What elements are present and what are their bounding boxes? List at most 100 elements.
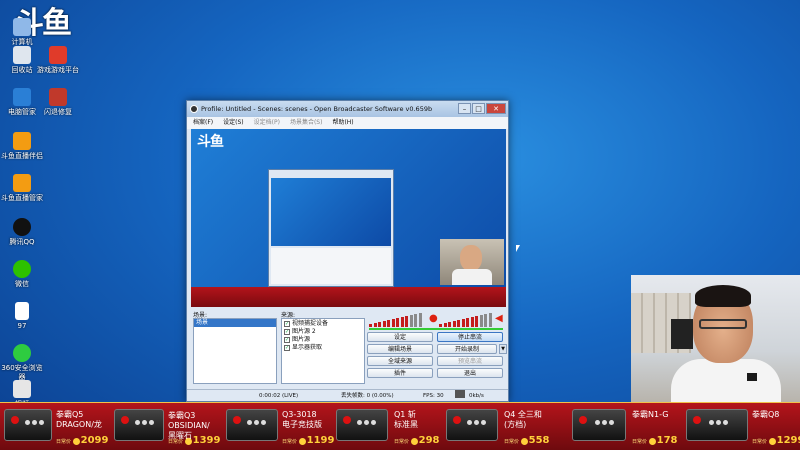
desktop-icon-repair-tool[interactable]: 闪退修复 [36, 88, 80, 117]
close-button[interactable]: ✕ [486, 103, 506, 114]
desktop-icon-label: 微信 [15, 280, 29, 288]
price-label: 日常价 [752, 439, 768, 445]
source-item[interactable]: ✓ 图片源 2 [282, 328, 364, 336]
stop-stream-button[interactable]: 停止串流 [437, 332, 503, 342]
fps-readout: FPS: 30 [423, 393, 444, 399]
product-item[interactable]: 拳霸Q5 DRAGON/龙 日常价 2099 [0, 403, 112, 450]
arcade-stick-icon [4, 409, 52, 441]
plugins-button[interactable]: 插件 [367, 368, 433, 378]
source-item[interactable]: ✓ 图片源 [282, 336, 364, 344]
product-price: 178 [656, 435, 678, 446]
meter-bar [470, 317, 474, 327]
product-item[interactable]: Q4 全三和 (方档) 日常价 558 [444, 403, 564, 450]
price-label: 日常价 [632, 439, 648, 445]
menu-settings[interactable]: 设定(S) [223, 117, 244, 129]
exit-button[interactable]: 退出 [437, 368, 503, 378]
obs-preview[interactable]: 斗鱼 [191, 129, 506, 307]
product-name: Q3-3018 电子竞技版 [282, 410, 322, 429]
product-item[interactable]: 拳霸Q8 日常价 1299 [682, 403, 800, 450]
desktop-icon-browser[interactable]: 360安全浏览器 [0, 344, 44, 382]
meter-bar [405, 316, 408, 327]
preview-douyu-logo: 斗鱼 [197, 134, 224, 150]
window-controls: – □ ✕ [458, 103, 506, 114]
scene-item[interactable]: 场景 [194, 319, 276, 327]
product-banner: 拳霸Q5 DRAGON/龙 日常价 2099 拳霸Q3 OBSIDIAN/ 黑曜… [0, 402, 800, 450]
meter-bar [382, 321, 386, 327]
microphone-icon[interactable]: ● [429, 313, 438, 324]
start-recording-button[interactable]: 开始录制 [437, 344, 497, 354]
preview-webcam-body [452, 269, 492, 285]
obs-button-grid: 设定 停止串流 编辑场景 开始录制 ▼ 全域来源 预览串流 插件 退出 [367, 332, 507, 386]
desktop-volume-meter[interactable] [439, 311, 495, 327]
desktop-icon-computer[interactable]: 计算机 [0, 18, 44, 47]
edit-scene-button[interactable]: 编辑场景 [367, 344, 433, 354]
dropped-frames: 丢失帧数: 0 (0.00%) [341, 393, 394, 399]
minimize-button[interactable]: – [458, 103, 471, 114]
meter-bar [479, 315, 483, 327]
source-checkbox[interactable]: ✓ [284, 321, 290, 327]
desktop-icon-label: 97 [17, 322, 27, 330]
product-item[interactable]: 拳霸Q3 OBSIDIAN/ 黑曜石 日常价 1399 [112, 403, 224, 450]
webcam-streamer-glasses [699, 319, 747, 329]
preview-nested-obs-window [268, 169, 394, 287]
desktop-icon-qq[interactable]: 腾讯QQ [0, 218, 44, 247]
source-item[interactable]: ✓ 显示器获取 [282, 344, 364, 352]
settings-button[interactable]: 设定 [367, 332, 433, 342]
product-price-row: 日常价 178 [632, 436, 677, 447]
desktop-icon-douyu-companion[interactable]: 斗鱼直播伴侣 [0, 132, 44, 161]
source-checkbox[interactable]: ✓ [284, 345, 290, 351]
desktop-icon-douyu-manager[interactable]: 斗鱼直播管家 [0, 174, 44, 203]
preview-stream-button[interactable]: 预览串流 [437, 356, 503, 366]
meter-bar [443, 323, 447, 327]
desktop-icon-game-platform[interactable]: 游戏游戏平台 [36, 46, 80, 75]
maximize-button[interactable]: □ [472, 103, 485, 114]
desktop-icon-label: 斗鱼直播伴侣 [1, 152, 43, 160]
obs-app-icon [190, 105, 198, 113]
meter-bar [439, 324, 442, 327]
obs-control-panels: 场景: 场景 来源: ✓ 视频捕捉设备 ✓ 图片源 2 ✓ 图片源 ✓ 显示器获… [191, 310, 507, 386]
arcade-stick-icon [114, 409, 164, 441]
webcam-background-monitor [671, 319, 693, 349]
speaker-icon[interactable]: ◀ [495, 313, 503, 324]
obs-window[interactable]: Profile: Untitled - Scenes: scenes - Ope… [186, 100, 509, 402]
browser-icon [13, 344, 31, 362]
game-platform-icon [49, 46, 67, 64]
meter-bar [484, 314, 487, 327]
scenes-list[interactable]: 场景 [193, 318, 277, 384]
desktop-icon-wechat[interactable]: 微信 [0, 260, 44, 289]
obs-titlebar[interactable]: Profile: Untitled - Scenes: scenes - Ope… [187, 101, 508, 117]
arcade-stick-icon [336, 409, 388, 441]
product-item[interactable]: 拳霸N1-G 日常价 178 [564, 403, 682, 450]
audio-meters: ● ◀ [369, 311, 503, 327]
sources-list[interactable]: ✓ 视频捕捉设备 ✓ 图片源 2 ✓ 图片源 ✓ 显示器获取 [281, 318, 365, 384]
meter-bar [457, 320, 460, 327]
preview-product-banner [191, 287, 506, 307]
nested-control-panel [271, 248, 391, 284]
source-item[interactable]: ✓ 视频捕捉设备 [282, 320, 364, 328]
menu-scene-collections[interactable]: 场景集合(S) [290, 117, 323, 129]
product-item[interactable]: Q3-3018 电子竞技版 日常价 1199 [224, 403, 334, 450]
menu-profiles[interactable]: 设定档(P) [254, 117, 280, 129]
source-label: 图片源 [292, 336, 311, 343]
meter-bar [475, 316, 478, 327]
bitrate-readout: 0kb/s [469, 393, 484, 399]
menu-file[interactable]: 档案(F) [193, 117, 213, 129]
product-name: 拳霸Q5 DRAGON/龙 [56, 410, 102, 429]
price-label: 日常价 [56, 439, 72, 445]
price-coin-icon [72, 438, 80, 445]
global-sources-button[interactable]: 全域来源 [367, 356, 433, 366]
meter-bar [488, 313, 492, 327]
product-name: Q1 斩 标准黑 [394, 410, 418, 429]
meter-bar [448, 322, 451, 327]
chevron-down-icon[interactable]: ▼ [499, 344, 507, 354]
product-item[interactable]: Q1 斩 标准黑 日常价 298 [334, 403, 444, 450]
source-checkbox[interactable]: ✓ [284, 337, 290, 343]
mic-volume-meter[interactable] [369, 311, 425, 327]
desktop-icon-label: 计算机 [11, 38, 33, 46]
document-icon [15, 302, 29, 320]
desktop-icon-document[interactable]: 97 [0, 302, 44, 331]
video-file-icon [13, 380, 31, 398]
arcade-stick-icon [572, 409, 626, 441]
source-checkbox[interactable]: ✓ [284, 329, 290, 335]
menu-help[interactable]: 帮助(H) [332, 117, 353, 129]
